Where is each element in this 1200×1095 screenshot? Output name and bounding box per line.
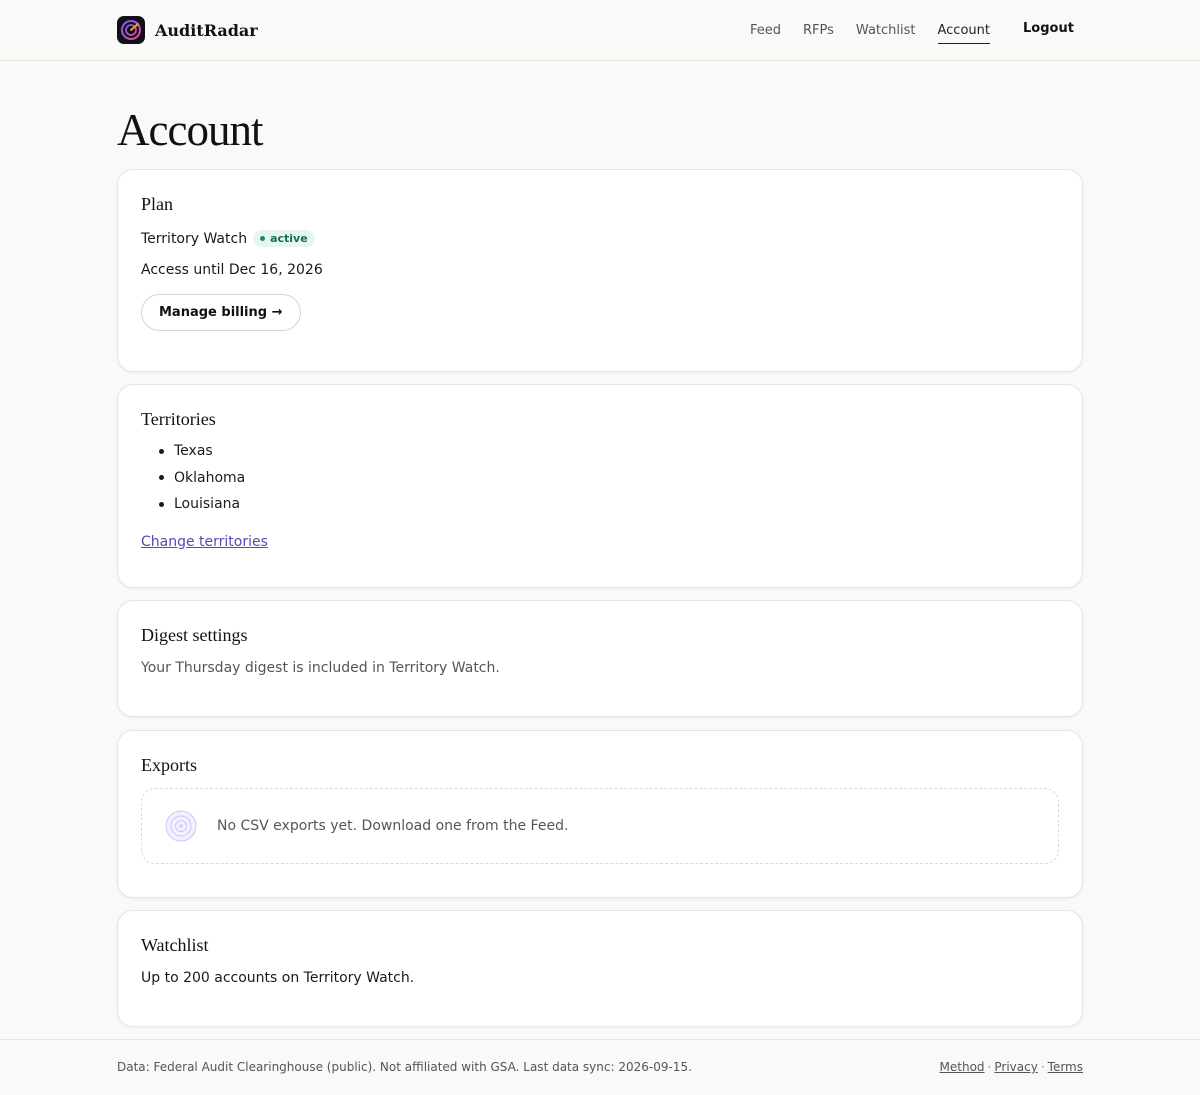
exports-empty-state: No CSV exports yet. Download one from th… xyxy=(141,788,1059,864)
nav-watchlist[interactable]: Watchlist xyxy=(856,23,916,38)
status-label: active xyxy=(270,232,308,245)
access-until: Access until Dec 16, 2026 xyxy=(141,262,323,278)
privacy-link[interactable]: Privacy xyxy=(994,1060,1037,1074)
plan-line: Territory Watch active xyxy=(141,230,1059,247)
digest-text: Your Thursday digest is included in Terr… xyxy=(141,660,500,676)
territories-title: Territories xyxy=(141,409,216,429)
digest-card: Digest settings Your Thursday digest is … xyxy=(117,600,1083,717)
watchlist-title: Watchlist xyxy=(141,935,209,955)
footer-links: Method · Privacy · Terms xyxy=(940,1060,1083,1074)
radar-logo-icon xyxy=(117,16,145,44)
digest-title: Digest settings xyxy=(141,625,248,645)
footer: Data: Federal Audit Clearinghouse (publi… xyxy=(0,1039,1200,1095)
nav-rfps[interactable]: RFPs xyxy=(803,23,834,38)
territories-card: Territories Texas Oklahoma Louisiana Cha… xyxy=(117,384,1083,588)
main-nav: Feed RFPs Watchlist Account xyxy=(750,0,990,61)
brand-name: AuditRadar xyxy=(155,20,258,40)
terms-link[interactable]: Terms xyxy=(1048,1060,1083,1074)
radar-empty-icon xyxy=(165,810,197,842)
plan-card: Plan Territory Watch active Access until… xyxy=(117,169,1083,372)
list-item: Texas xyxy=(141,438,1059,465)
method-link[interactable]: Method xyxy=(940,1060,985,1074)
plan-name: Territory Watch xyxy=(141,230,248,247)
manage-billing-button[interactable]: Manage billing → xyxy=(141,294,301,331)
exports-empty-text: No CSV exports yet. Download one from th… xyxy=(217,818,569,834)
change-territories-link[interactable]: Change territories xyxy=(141,534,268,550)
top-bar: AuditRadar Feed RFPs Watchlist Account L… xyxy=(0,0,1200,61)
exports-title: Exports xyxy=(141,755,197,775)
list-item: Louisiana xyxy=(141,491,1059,518)
list-item: Oklahoma xyxy=(141,465,1059,492)
exports-card: Exports No CSV exports yet. Download one… xyxy=(117,730,1083,898)
plan-title: Plan xyxy=(141,194,174,214)
separator: · xyxy=(1040,1060,1045,1074)
status-dot-icon xyxy=(260,236,266,241)
nav-account[interactable]: Account xyxy=(937,23,990,44)
separator: · xyxy=(987,1060,992,1074)
footer-note: Data: Federal Audit Clearinghouse (publi… xyxy=(117,1060,692,1074)
territories-list: Texas Oklahoma Louisiana xyxy=(141,438,1059,518)
brand[interactable]: AuditRadar xyxy=(117,16,258,44)
watchlist-text: Up to 200 accounts on Territory Watch. xyxy=(141,970,415,986)
page-title: Account xyxy=(117,105,263,155)
logout-button[interactable]: Logout xyxy=(1023,21,1074,36)
watchlist-card: Watchlist Up to 200 accounts on Territor… xyxy=(117,910,1083,1027)
nav-feed[interactable]: Feed xyxy=(750,23,781,38)
status-badge: active xyxy=(253,230,315,247)
